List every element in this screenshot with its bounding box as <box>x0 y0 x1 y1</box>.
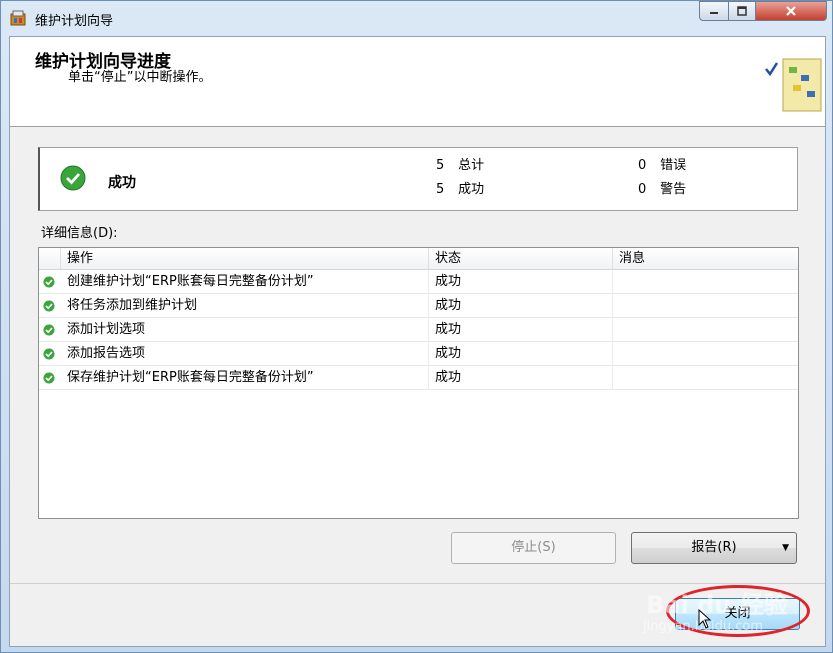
error-stat: 0 错误 <box>638 154 686 173</box>
table-row[interactable]: 保存维护计划“ERP账套每日完整备份计划” 成功 <box>39 366 798 390</box>
error-count: 0 <box>638 158 647 173</box>
minimize-icon <box>710 12 718 14</box>
close-window-button[interactable] <box>755 1 827 21</box>
page-subtitle: 单击“停止”以中断操作。 <box>68 70 212 85</box>
table-row[interactable]: 添加报告选项 成功 <box>39 342 798 366</box>
row-action: 将任务添加到维护计划 <box>61 294 429 318</box>
row-status: 成功 <box>429 318 613 342</box>
warning-label: 警告 <box>660 182 687 197</box>
success-icon <box>43 324 55 336</box>
error-label: 错误 <box>660 158 687 173</box>
column-header-message[interactable]: 消息 <box>613 248 798 269</box>
total-stat: 5 总计 <box>436 154 484 173</box>
footer-separator <box>10 583 825 584</box>
table-row[interactable]: 创建维护计划“ERP账套每日完整备份计划” 成功 <box>39 270 798 294</box>
report-button-label: 报告(R) <box>691 540 737 555</box>
total-label: 总计 <box>458 158 485 173</box>
watermark-brand: Bai du 经验 <box>646 591 788 619</box>
details-label: 详细信息(D): <box>41 226 118 241</box>
row-status: 成功 <box>429 366 613 390</box>
row-message <box>613 318 798 342</box>
report-button[interactable]: 报告(R) ▼ <box>631 532 797 564</box>
app-icon <box>10 10 26 26</box>
row-status: 成功 <box>429 270 613 294</box>
row-message <box>613 366 798 390</box>
table-row[interactable]: 添加计划选项 成功 <box>39 318 798 342</box>
window-title: 维护计划向导 <box>35 14 114 29</box>
details-list[interactable]: 操作 状态 消息 创建维护计划“ERP账套每日完整备份计划” 成功 将任务添加到… <box>38 247 799 519</box>
row-action: 添加计划选项 <box>61 318 429 342</box>
success-count: 5 <box>436 182 445 197</box>
mouse-cursor-icon <box>698 609 712 629</box>
column-header-action[interactable]: 操作 <box>61 248 429 269</box>
wizard-client-area: 维护计划向导进度 单击“停止”以中断操作。 成功 5 总计 5 成功 0 错误 … <box>9 36 826 647</box>
dropdown-arrow-icon[interactable]: ▼ <box>782 533 789 563</box>
summary-panel: 成功 5 总计 5 成功 0 错误 0 警告 <box>38 147 798 211</box>
maximize-icon <box>737 6 747 16</box>
column-header-status[interactable]: 状态 <box>429 248 613 269</box>
row-action: 保存维护计划“ERP账套每日完整备份计划” <box>61 366 429 390</box>
row-action: 创建维护计划“ERP账套每日完整备份计划” <box>61 270 429 294</box>
success-icon <box>60 165 86 191</box>
total-count: 5 <box>436 158 445 173</box>
warning-count: 0 <box>638 182 647 197</box>
success-label: 成功 <box>458 182 485 197</box>
maximize-button[interactable] <box>728 1 756 21</box>
list-header: 操作 状态 消息 <box>39 248 798 270</box>
warning-stat: 0 警告 <box>638 178 686 197</box>
close-icon <box>786 6 796 16</box>
success-icon <box>43 300 55 312</box>
minimize-button[interactable] <box>699 1 729 21</box>
row-message <box>613 294 798 318</box>
wizard-window: 维护计划向导 维护计划向导进度 单击“停止”以中断操作。 成功 5 总计 5 成… <box>0 0 833 653</box>
table-row[interactable]: 将任务添加到维护计划 成功 <box>39 294 798 318</box>
header-panel: 维护计划向导进度 单击“停止”以中断操作。 <box>10 37 825 127</box>
wizard-graphic-icon <box>765 58 822 112</box>
row-action: 添加报告选项 <box>61 342 429 366</box>
success-icon <box>43 348 55 360</box>
success-icon <box>43 372 55 384</box>
summary-status: 成功 <box>108 175 136 191</box>
row-message <box>613 342 798 366</box>
row-message <box>613 270 798 294</box>
row-status: 成功 <box>429 294 613 318</box>
row-status: 成功 <box>429 342 613 366</box>
stop-button[interactable]: 停止(S) <box>451 532 616 564</box>
success-stat: 5 成功 <box>436 178 484 197</box>
success-icon <box>43 276 55 288</box>
header-icon-col <box>39 248 61 269</box>
title-bar[interactable]: 维护计划向导 <box>1 1 832 35</box>
